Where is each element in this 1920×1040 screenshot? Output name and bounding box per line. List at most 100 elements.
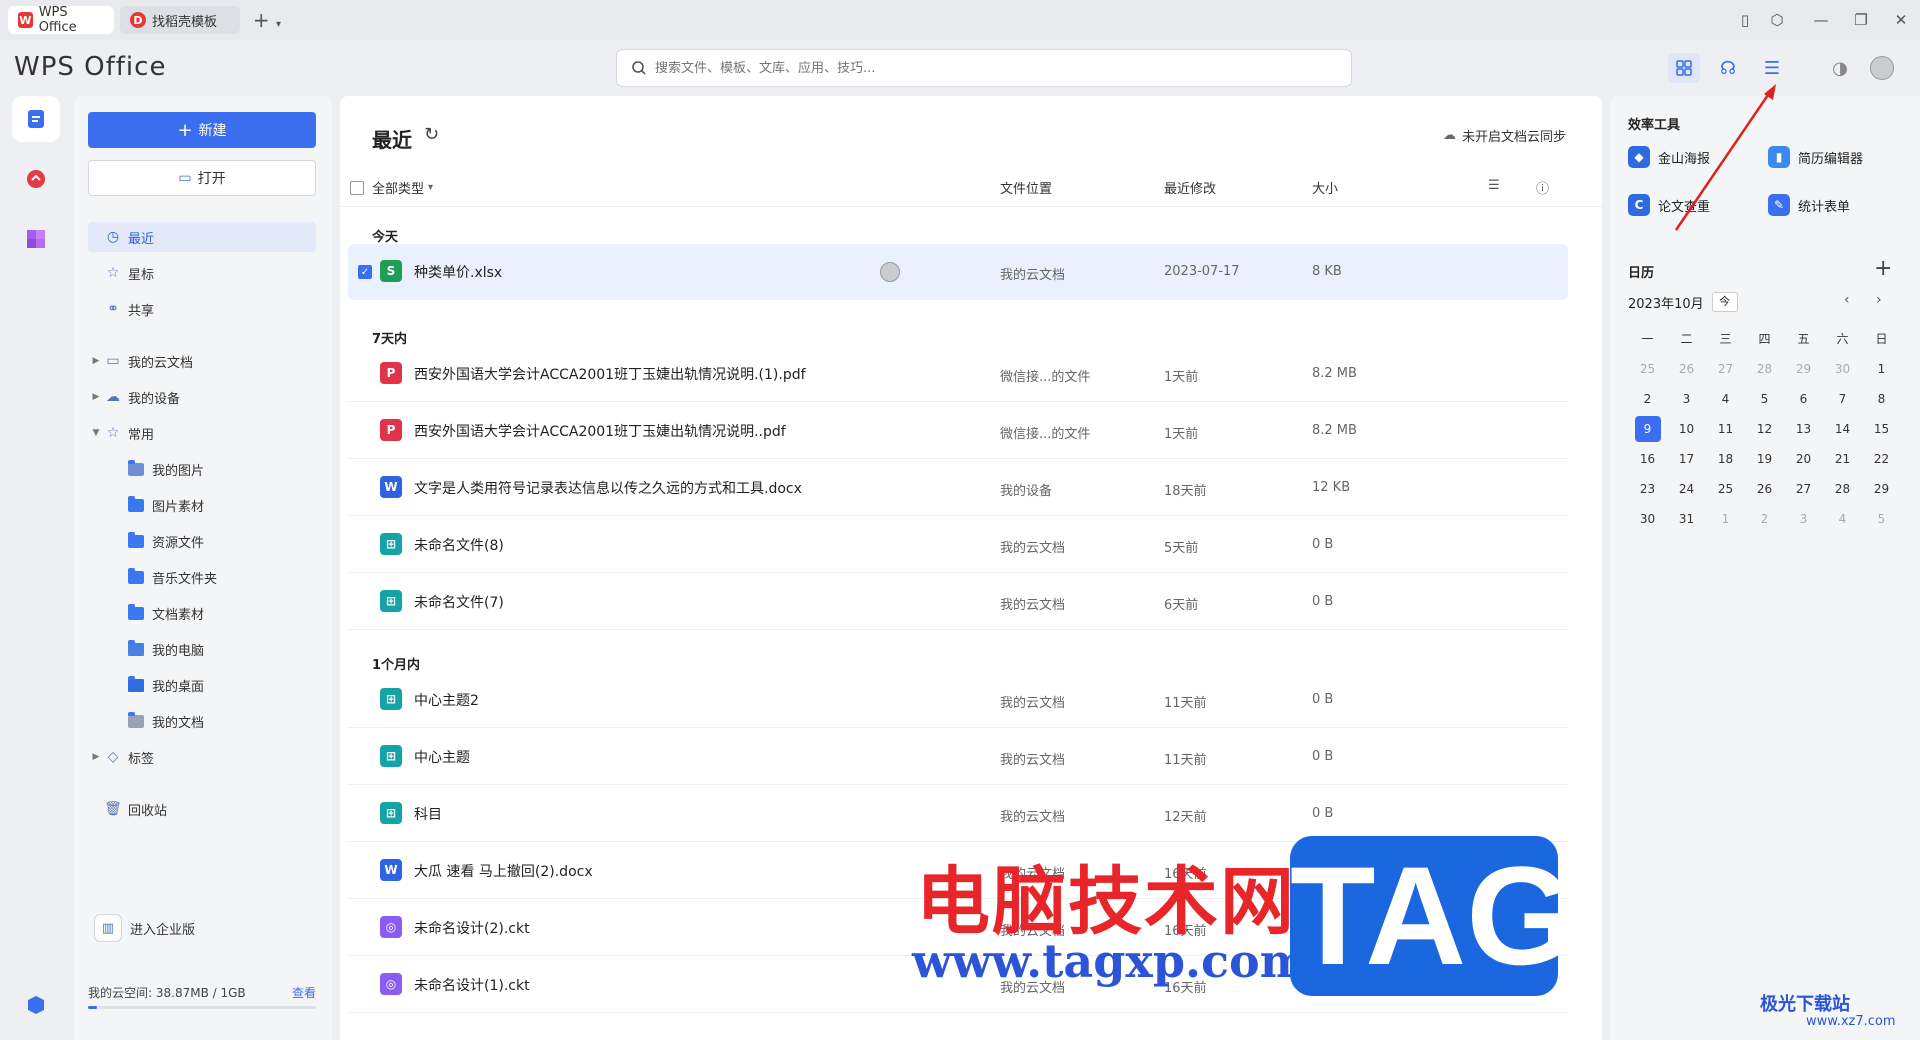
next-month-button[interactable]: ›: [1876, 292, 1882, 308]
nav-item-picture-assets[interactable]: 图片素材: [88, 490, 316, 520]
nav-item-my-computer[interactable]: 我的电脑: [88, 634, 316, 664]
calendar-day[interactable]: 25: [1706, 476, 1745, 502]
calendar-day[interactable]: 3: [1784, 506, 1823, 532]
calendar-day[interactable]: 4: [1823, 506, 1862, 532]
calendar-day[interactable]: 17: [1667, 446, 1706, 472]
calendar-day[interactable]: 30: [1628, 506, 1667, 532]
file-row[interactable]: ⊞ 中心主题 我的云文档 11天前 0 B: [348, 729, 1568, 785]
select-all-checkbox[interactable]: [350, 180, 364, 195]
calendar-day[interactable]: 19: [1745, 446, 1784, 472]
calendar-day[interactable]: 28: [1745, 356, 1784, 382]
column-size[interactable]: 大小: [1312, 178, 1338, 197]
calendar-day[interactable]: 8: [1862, 386, 1901, 412]
nav-item-starred[interactable]: ☆ 星标: [88, 258, 316, 288]
nav-item-desktop[interactable]: 我的桌面: [88, 670, 316, 700]
chevron-down-icon[interactable]: ▼: [88, 428, 104, 438]
calendar-day[interactable]: 15: [1862, 416, 1901, 442]
file-row[interactable]: ⊞ 科目 我的云文档 12天前 0 B: [348, 786, 1568, 842]
rail-docs[interactable]: [12, 96, 60, 142]
new-tab-button[interactable]: + ▾: [250, 8, 284, 32]
calendar-day[interactable]: 11: [1706, 416, 1745, 442]
calendar-day[interactable]: 2: [1745, 506, 1784, 532]
restore-button[interactable]: ❐: [1846, 8, 1876, 32]
type-filter[interactable]: 全部类型 ▾: [350, 178, 433, 197]
calendar-day[interactable]: 27: [1706, 356, 1745, 382]
calendar-day[interactable]: 28: [1823, 476, 1862, 502]
column-modified[interactable]: 最近修改: [1164, 178, 1216, 197]
file-row[interactable]: W 文字是人类用符号记录表达信息以传之久远的方式和工具.docx 我的设备 18天前 1…: [348, 460, 1568, 516]
nav-item-devices[interactable]: ▶ ☁ 我的设备: [88, 382, 316, 412]
info-icon[interactable]: ⓘ: [1536, 178, 1549, 197]
minimize-button[interactable]: —: [1806, 8, 1836, 32]
sort-icon[interactable]: ☰: [1488, 178, 1500, 193]
calendar-day[interactable]: 7: [1823, 386, 1862, 412]
chevron-right-icon[interactable]: ▶: [88, 392, 104, 402]
nav-item-my-documents[interactable]: 我的文档: [88, 706, 316, 736]
calendar-day[interactable]: 26: [1745, 476, 1784, 502]
user-avatar[interactable]: [1866, 53, 1898, 83]
calendar-day[interactable]: 4: [1706, 386, 1745, 412]
calendar-day[interactable]: 10: [1667, 416, 1706, 442]
calendar-day[interactable]: 2: [1628, 386, 1667, 412]
nav-item-tags[interactable]: ▶ ◇ 标签: [88, 742, 316, 772]
nav-item-cloud-docs[interactable]: ▶ ▭ 我的云文档: [88, 346, 316, 376]
add-event-button[interactable]: +: [1874, 256, 1892, 281]
rail-apps[interactable]: [12, 216, 60, 262]
calendar-day[interactable]: 24: [1667, 476, 1706, 502]
row-checkbox[interactable]: ✓: [358, 265, 372, 279]
today-button[interactable]: 今: [1711, 292, 1738, 312]
calendar-day[interactable]: 1: [1862, 356, 1901, 382]
calendar-day[interactable]: 5: [1745, 386, 1784, 412]
rail-docer[interactable]: [12, 156, 60, 202]
file-row[interactable]: P 西安外国语大学会计ACCA2001班丁玉婕出轨情况说明..pdf 微信接...的…: [348, 403, 1568, 459]
cloud-sync-status[interactable]: ☁ 未开启文档云同步: [1443, 126, 1566, 145]
tab-wps-office[interactable]: W WPS Office: [8, 5, 114, 35]
calendar-day[interactable]: 14: [1823, 416, 1862, 442]
calendar-day[interactable]: 27: [1784, 476, 1823, 502]
nav-item-common[interactable]: ▼ ☆ 常用: [88, 418, 316, 448]
calendar-day[interactable]: 18: [1706, 446, 1745, 472]
nav-item-music[interactable]: 音乐文件夹: [88, 562, 316, 592]
file-row[interactable]: P 西安外国语大学会计ACCA2001班丁玉婕出轨情况说明.(1).pdf 微信接.…: [348, 346, 1568, 402]
rail-bottom[interactable]: [12, 982, 60, 1028]
calendar-day[interactable]: 25: [1628, 356, 1667, 382]
calendar-day[interactable]: 22: [1862, 446, 1901, 472]
enterprise-button[interactable]: ▥ 进入企业版: [94, 914, 195, 942]
cube-icon[interactable]: ⬡: [1762, 8, 1792, 32]
open-button[interactable]: ▭ 打开: [88, 160, 316, 196]
nav-item-shared[interactable]: ⚭ 共享: [88, 294, 316, 324]
calendar-day[interactable]: 23: [1628, 476, 1667, 502]
nav-item-resources[interactable]: 资源文件: [88, 526, 316, 556]
file-row[interactable]: ⊞ 未命名文件(7) 我的云文档 6天前 0 B: [348, 574, 1568, 630]
nav-item-recent[interactable]: ◷ 最近: [88, 222, 316, 252]
prev-month-button[interactable]: ‹: [1844, 292, 1850, 308]
menu-icon[interactable]: ☰: [1756, 53, 1788, 83]
new-button[interactable]: + 新建: [88, 112, 316, 148]
skin-icon[interactable]: ◑: [1824, 53, 1856, 83]
calendar-day[interactable]: 5: [1862, 506, 1901, 532]
calendar-day[interactable]: 13: [1784, 416, 1823, 442]
calendar-day[interactable]: 30: [1823, 356, 1862, 382]
search-box[interactable]: [616, 49, 1352, 87]
nav-item-my-pictures[interactable]: 我的图片: [88, 454, 316, 484]
calendar-day[interactable]: 12: [1745, 416, 1784, 442]
search-input[interactable]: [655, 60, 1335, 76]
tab-docer[interactable]: D 找稻壳模板: [120, 6, 240, 34]
calendar-day[interactable]: 26: [1667, 356, 1706, 382]
chevron-right-icon[interactable]: ▶: [88, 356, 104, 366]
file-row[interactable]: ⊞ 中心主题2 我的云文档 11天前 0 B: [348, 672, 1568, 728]
calendar-day[interactable]: 6: [1784, 386, 1823, 412]
calendar-day[interactable]: 3: [1667, 386, 1706, 412]
nav-item-recycle[interactable]: 🗑 回收站: [88, 794, 316, 824]
headset-icon[interactable]: ☊: [1712, 53, 1744, 83]
chevron-right-icon[interactable]: ▶: [88, 752, 104, 762]
storage-view-link[interactable]: 查看: [292, 984, 316, 1001]
calendar-day[interactable]: 21: [1823, 446, 1862, 472]
calendar-day[interactable]: 29: [1784, 356, 1823, 382]
column-location[interactable]: 文件位置: [1000, 178, 1052, 197]
calendar-day[interactable]: 29: [1862, 476, 1901, 502]
calendar-day[interactable]: 1: [1706, 506, 1745, 532]
nav-item-doc-assets[interactable]: 文档素材: [88, 598, 316, 628]
close-button[interactable]: ✕: [1886, 8, 1916, 32]
grid-view-button[interactable]: [1668, 53, 1700, 83]
